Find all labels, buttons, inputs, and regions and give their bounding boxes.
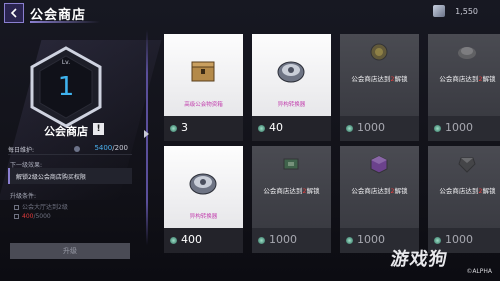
currency-icon [433,5,446,17]
unlock-requirement: 公会商店达到2解锁 [340,185,419,195]
price-currency-icon [434,125,441,132]
back-button[interactable] [4,3,24,23]
maintenance-row: 每日维护: 5400/200 [8,143,132,155]
cube-icon [369,154,389,174]
level-hexagon: Lv. 1 [30,46,102,128]
unlock-requirement: 公会商店达到2解锁 [252,185,331,195]
maintenance-current: 5400 [94,144,113,152]
crate-icon [188,56,218,86]
price-currency-icon [170,237,177,244]
item-price: 400 [181,233,202,246]
unlock-suffix: 解锁 [306,187,320,195]
card-image-area: 公会商店达到2解锁 [428,34,500,116]
converter-icon [276,56,306,86]
watermark-brand: ©ALPHA [466,268,492,275]
disc-icon [457,42,477,62]
price-currency-icon [346,125,353,132]
condition-2-max: /5000 [33,213,51,220]
price-currency-icon [258,125,265,132]
upgrade-button[interactable]: 升级 [10,243,130,259]
unlock-suffix: 解锁 [482,75,496,83]
card-image-area: 异构转换器 [164,146,243,228]
unlock-prefix: 公会商店达到 [439,75,479,83]
card-price-bar: 400 [164,228,243,253]
item-price: 1000 [357,233,385,246]
card-image-area: 公会商店达到2解锁 [340,146,419,228]
item-price: 1000 [445,121,473,134]
shop-item-card[interactable]: 公会商店达到2解锁 1000 [252,146,331,253]
unlock-requirement: 公会商店达到2解锁 [340,73,419,83]
level-label: Lv. [61,59,71,66]
item-name: 高级公会物资箱 [184,102,223,108]
top-bar: 公会商店 1,550 [0,0,500,26]
chevron-left-icon [10,8,17,18]
price-currency-icon [170,125,177,132]
item-name: 异构转换器 [189,214,218,220]
condition-funds: 400/5000 [14,213,51,220]
unlock-requirement: 公会商店达到2解锁 [428,73,500,83]
currency-display: 1,550 [433,5,478,17]
currency-value: 1,550 [455,6,478,16]
card-price-bar: 1000 [340,116,419,141]
item-price: 40 [269,121,283,134]
maintenance-currency-icon [74,146,80,152]
price-currency-icon [258,237,265,244]
maintenance-label: 每日维护: [8,147,35,154]
shop-item-card[interactable]: 公会商店达到2解锁 1000 [340,146,419,253]
checkbox-icon [14,205,19,210]
condition-1-text: 公会大厅达到2级 [22,204,68,211]
maintenance-max: /200 [112,144,128,152]
card-price-bar: 1000 [252,228,331,253]
card-price-bar: 3 [164,116,243,141]
converter-icon [188,168,218,198]
condition-hall-level: 公会大厅达到2级 [14,202,68,211]
card-price-bar: 40 [252,116,331,141]
unlock-requirement: 公会商店达到2解锁 [428,185,500,195]
level-number: 1 [57,72,75,102]
unlock-prefix: 公会商店达到 [351,75,391,83]
guild-shop-name: 公会商店 [44,125,88,138]
shop-item-card[interactable]: 公会商店达到2解锁 1000 [340,34,419,141]
info-icon[interactable]: ! [93,123,104,135]
card-image-area: 高级公会物资箱 [164,34,243,116]
watermark-logo: 游戏狗 [389,249,450,270]
unlock-suffix: 解锁 [394,187,408,195]
item-price: 1000 [269,233,297,246]
card-image-area: 公会商店达到2解锁 [252,146,331,228]
unlock-prefix: 公会商店达到 [351,187,391,195]
shop-item-card[interactable]: 高级公会物资箱 3 [164,34,243,141]
price-currency-icon [346,237,353,244]
card-image-area: 公会商店达到2解锁 [428,146,500,228]
crystal-icon [457,154,477,174]
guild-info-panel: Lv. 1 公会商店 ! 每日维护: 5400/200 下一级效果: 解锁2级公… [0,26,140,281]
item-price: 3 [181,121,188,134]
maintenance-value: 5400/200 [94,144,128,152]
price-currency-icon [434,237,441,244]
checkbox-icon [14,214,19,219]
shop-item-card[interactable]: 公会商店达到2解锁 1000 [428,146,500,253]
item-price: 1000 [357,121,385,134]
chip-icon [281,154,301,174]
unlock-suffix: 解锁 [482,187,496,195]
shop-item-card[interactable]: 异构转换器 40 [252,34,331,141]
upgrade-conditions-label: 升级条件: [10,193,37,200]
card-price-bar: 1000 [428,116,500,141]
item-name: 异构转换器 [277,102,306,108]
next-level-box: 解锁2级公会商店购买权限 [8,168,132,184]
unlock-prefix: 公会商店达到 [439,187,479,195]
unlock-prefix: 公会商店达到 [263,187,303,195]
next-level-effect: 解锁2级公会商店购买权限 [16,174,86,181]
title-underline [30,21,100,23]
condition-2-current: 400 [22,213,34,220]
unlock-suffix: 解锁 [394,75,408,83]
shop-item-card[interactable]: 异构转换器 400 [164,146,243,253]
arrow-right-icon [144,130,149,138]
card-image-area: 公会商店达到2解锁 [340,34,419,116]
coin-icon [369,42,389,62]
card-image-area: 异构转换器 [252,34,331,116]
shop-item-card[interactable]: 公会商店达到2解锁 1000 [428,34,500,141]
